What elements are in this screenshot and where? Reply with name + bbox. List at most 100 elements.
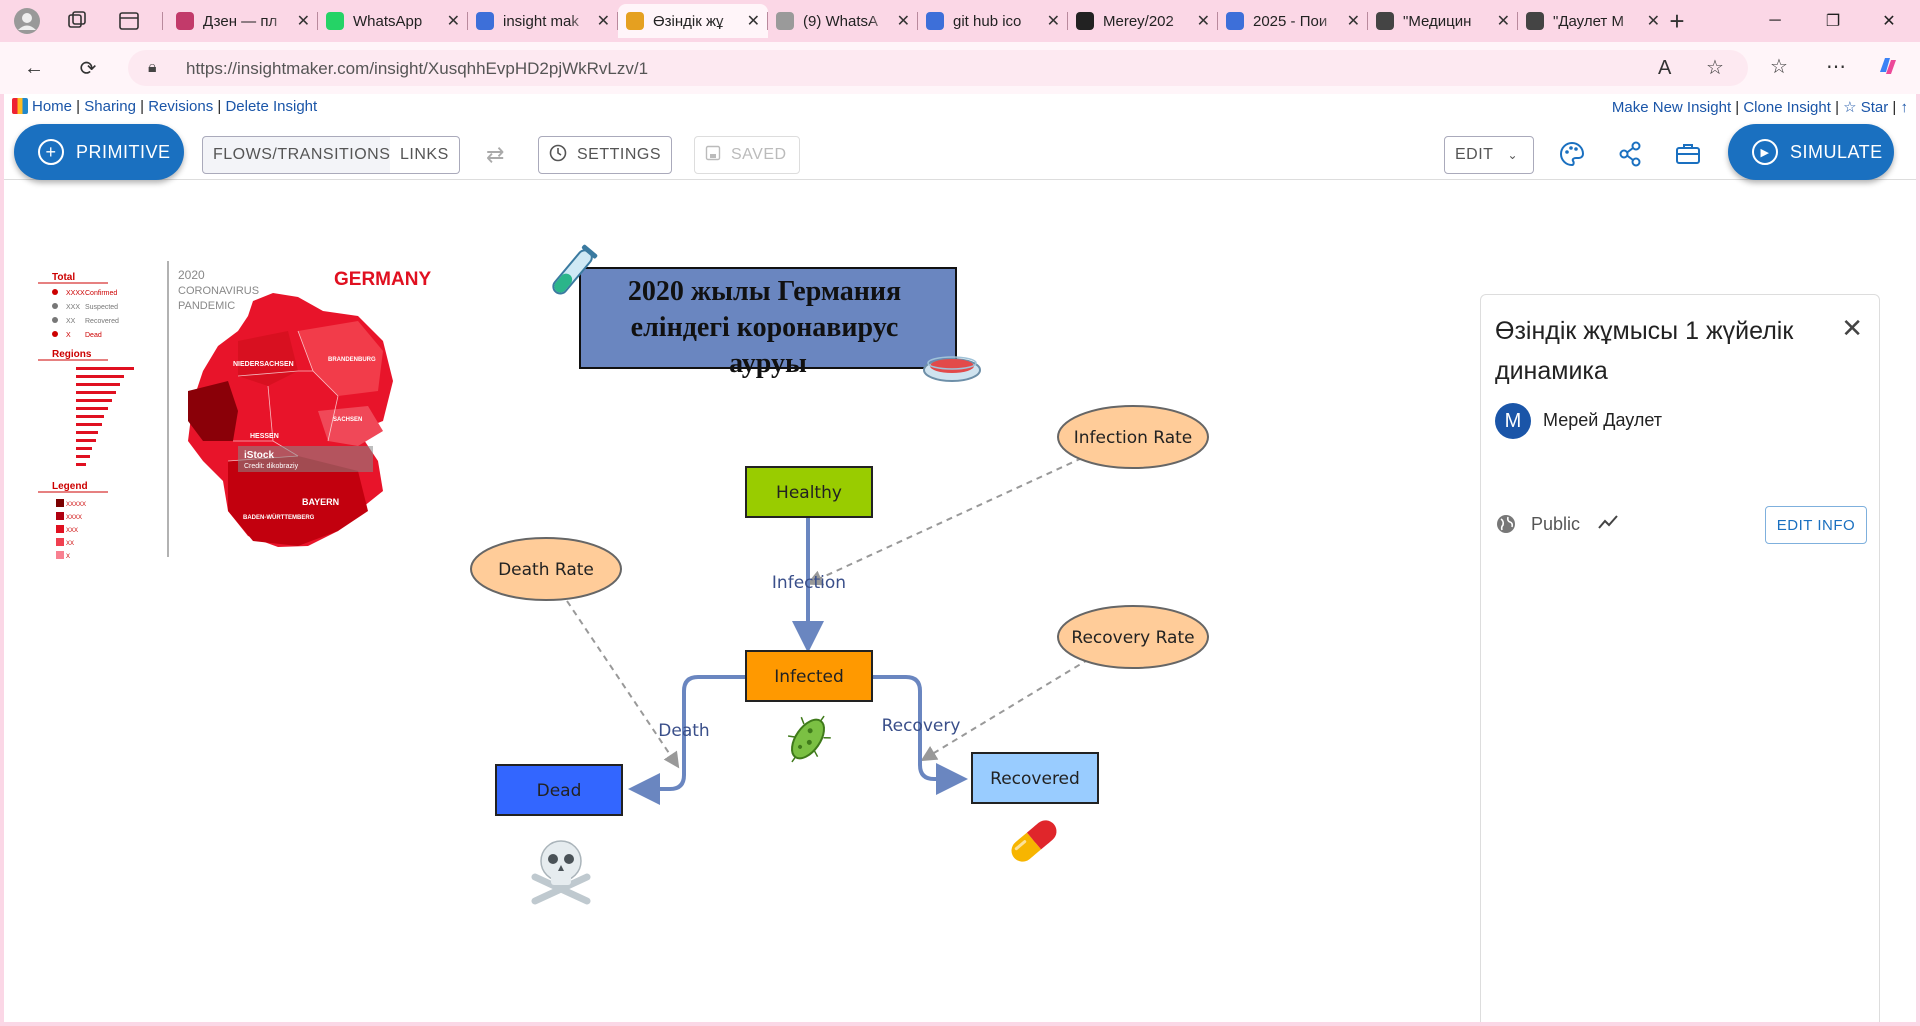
stock-label: Healthy	[776, 483, 842, 503]
model-canvas[interactable]: Total XXXX Confirmed XXX Suspected XX Recov…	[4, 181, 1916, 1026]
search-icon	[1226, 12, 1244, 30]
sharing-link[interactable]: Sharing	[84, 98, 136, 115]
globe-icon	[1495, 513, 1517, 541]
tab-close-icon[interactable]: ✕	[297, 11, 310, 31]
primitive-label: PRIMITIVE	[76, 141, 171, 162]
tab-close-icon[interactable]: ✕	[1497, 11, 1510, 31]
share-icon[interactable]	[1616, 140, 1644, 175]
minimize-icon[interactable]: ─	[1752, 6, 1798, 36]
flows-transitions-button[interactable]: FLOWS/TRANSITIONS	[202, 136, 402, 174]
tab-actions-icon[interactable]	[114, 6, 144, 36]
settings-label: SETTINGS	[577, 146, 662, 163]
trending-icon[interactable]	[1597, 511, 1619, 539]
browser-tab[interactable]: git hub ico ✕	[918, 4, 1068, 38]
edit-menu-button[interactable]: EDIT ⌄	[1444, 136, 1534, 174]
swap-direction-icon[interactable]: ⇄	[486, 142, 504, 168]
stock-recovered[interactable]: Recovered	[971, 752, 1099, 804]
diagram-title-line-2: еліндегі коронавирус	[631, 312, 899, 343]
toolbox-icon[interactable]	[1674, 140, 1702, 175]
flow-label-infection: Infection	[772, 573, 846, 593]
palette-icon[interactable]	[1558, 140, 1586, 175]
play-icon: ▶	[1752, 139, 1778, 165]
workspaces-icon[interactable]	[62, 6, 92, 36]
browser-tab[interactable]: "Медицин ✕	[1368, 4, 1518, 38]
favorite-star-icon[interactable]: ☆	[1706, 55, 1724, 80]
author-avatar[interactable]: M	[1495, 403, 1531, 439]
address-bar: ← ⟳ 🔒︎ https://insightmaker.com/insight/…	[0, 42, 1920, 94]
browser-tab[interactable]: Дзен — пл ✕	[168, 4, 318, 38]
restore-icon[interactable]: ❐	[1810, 6, 1856, 36]
make-new-insight-link[interactable]: Make New Insight	[1612, 99, 1731, 116]
chevron-down-icon: ⌄	[1507, 148, 1519, 162]
star-link[interactable]: ☆ Star	[1843, 99, 1888, 116]
more-menu-icon[interactable]: ⋯	[1826, 54, 1846, 79]
browser-tab[interactable]: (9) WhatsA ✕	[768, 4, 918, 38]
browser-tab[interactable]: Өзіндік жұ ✕	[618, 4, 768, 38]
diagram-title-line-3: ауруы	[729, 348, 807, 379]
variable-death-rate[interactable]: Death Rate	[470, 537, 622, 601]
clone-insight-link[interactable]: Clone Insight	[1743, 99, 1831, 116]
tab-close-icon[interactable]: ✕	[1347, 11, 1360, 31]
tab-close-icon[interactable]: ✕	[447, 11, 460, 31]
variable-recovery-rate[interactable]: Recovery Rate	[1057, 605, 1209, 669]
diagram-title-box[interactable]: 2020 жылы Германия еліндегі коронавирус …	[579, 267, 957, 379]
insightmaker-icon	[626, 12, 644, 30]
edit-info-button[interactable]: EDIT INFO	[1765, 506, 1867, 544]
profile-avatar-icon[interactable]	[12, 6, 42, 36]
variable-label: Death Rate	[498, 560, 594, 580]
browser-tab[interactable]: WhatsApp ✕	[318, 4, 468, 38]
browser-tab[interactable]: insight mak ✕	[468, 4, 618, 38]
sparkle-icon	[176, 12, 194, 30]
browser-tab[interactable]: 2025 - Пои ✕	[1218, 4, 1368, 38]
stock-healthy[interactable]: Healthy	[745, 466, 873, 518]
tab-close-icon[interactable]: ✕	[597, 11, 610, 31]
tab-close-icon[interactable]: ✕	[1197, 11, 1210, 31]
clock-icon	[549, 144, 567, 167]
tab-separator	[162, 12, 163, 30]
tab-title: insight mak	[503, 12, 579, 30]
delete-insight-link[interactable]: Delete Insight	[225, 98, 317, 115]
read-aloud-icon[interactable]: A	[1658, 57, 1671, 80]
tab-title: "Даулет М	[1553, 12, 1624, 30]
reload-icon[interactable]: ⟳	[74, 54, 102, 82]
primitive-button[interactable]: + PRIMITIVE	[14, 124, 184, 180]
revisions-link[interactable]: Revisions	[148, 98, 213, 115]
new-tab-icon[interactable]: +	[1662, 6, 1692, 36]
window-close-icon[interactable]: ✕	[1866, 6, 1912, 36]
stock-infected[interactable]: Infected	[745, 650, 873, 702]
globe-icon	[1526, 12, 1544, 30]
url-field[interactable]: 🔒︎ https://insightmaker.com/insight/Xusq…	[128, 50, 1748, 86]
edit-label: EDIT	[1455, 146, 1494, 163]
favorites-list-icon[interactable]: ☆	[1770, 54, 1788, 79]
link-recovery-rate[interactable]	[920, 658, 1090, 762]
url-domain: https://insightmaker.com	[186, 59, 370, 78]
lock-icon[interactable]: 🔒︎	[148, 59, 157, 77]
share-up-link[interactable]: ↑	[1901, 99, 1909, 116]
close-icon[interactable]: ✕	[1841, 313, 1863, 344]
tab-close-icon[interactable]: ✕	[747, 11, 760, 31]
browser-tab[interactable]: "Даулет М ✕	[1518, 4, 1668, 38]
author-name[interactable]: Мерей Даулет	[1543, 410, 1662, 431]
search-icon	[926, 12, 944, 30]
stock-dead[interactable]: Dead	[495, 764, 623, 816]
saved-button[interactable]: SAVED	[694, 136, 800, 174]
home-link[interactable]: Home	[32, 98, 72, 115]
stock-flow-diagram: 2020 жылы Германия еліндегі коронавирус …	[470, 244, 1209, 905]
diagram-title-line-1: 2020 жылы Германия	[628, 276, 901, 307]
settings-button[interactable]: SETTINGS	[538, 136, 672, 174]
back-icon[interactable]: ←	[20, 54, 48, 82]
copilot-icon[interactable]	[1876, 54, 1900, 84]
tab-close-icon[interactable]: ✕	[1047, 11, 1060, 31]
tab-close-icon[interactable]: ✕	[897, 11, 910, 31]
tab-title: Дзен — пл	[203, 12, 278, 30]
browser-tab[interactable]: Merey/202 ✕	[1068, 4, 1218, 38]
tab-title: "Медицин	[1403, 12, 1472, 30]
simulate-button[interactable]: ▶ SIMULATE	[1728, 124, 1894, 180]
variable-label: Recovery Rate	[1071, 628, 1194, 648]
stock-label: Recovered	[990, 769, 1080, 789]
variable-infection-rate[interactable]: Infection Rate	[1057, 405, 1209, 469]
tab-close-icon[interactable]: ✕	[1647, 11, 1660, 31]
insightmaker-logo-icon	[12, 98, 28, 114]
globe-icon	[1376, 12, 1394, 30]
links-button[interactable]: LINKS	[390, 136, 460, 174]
